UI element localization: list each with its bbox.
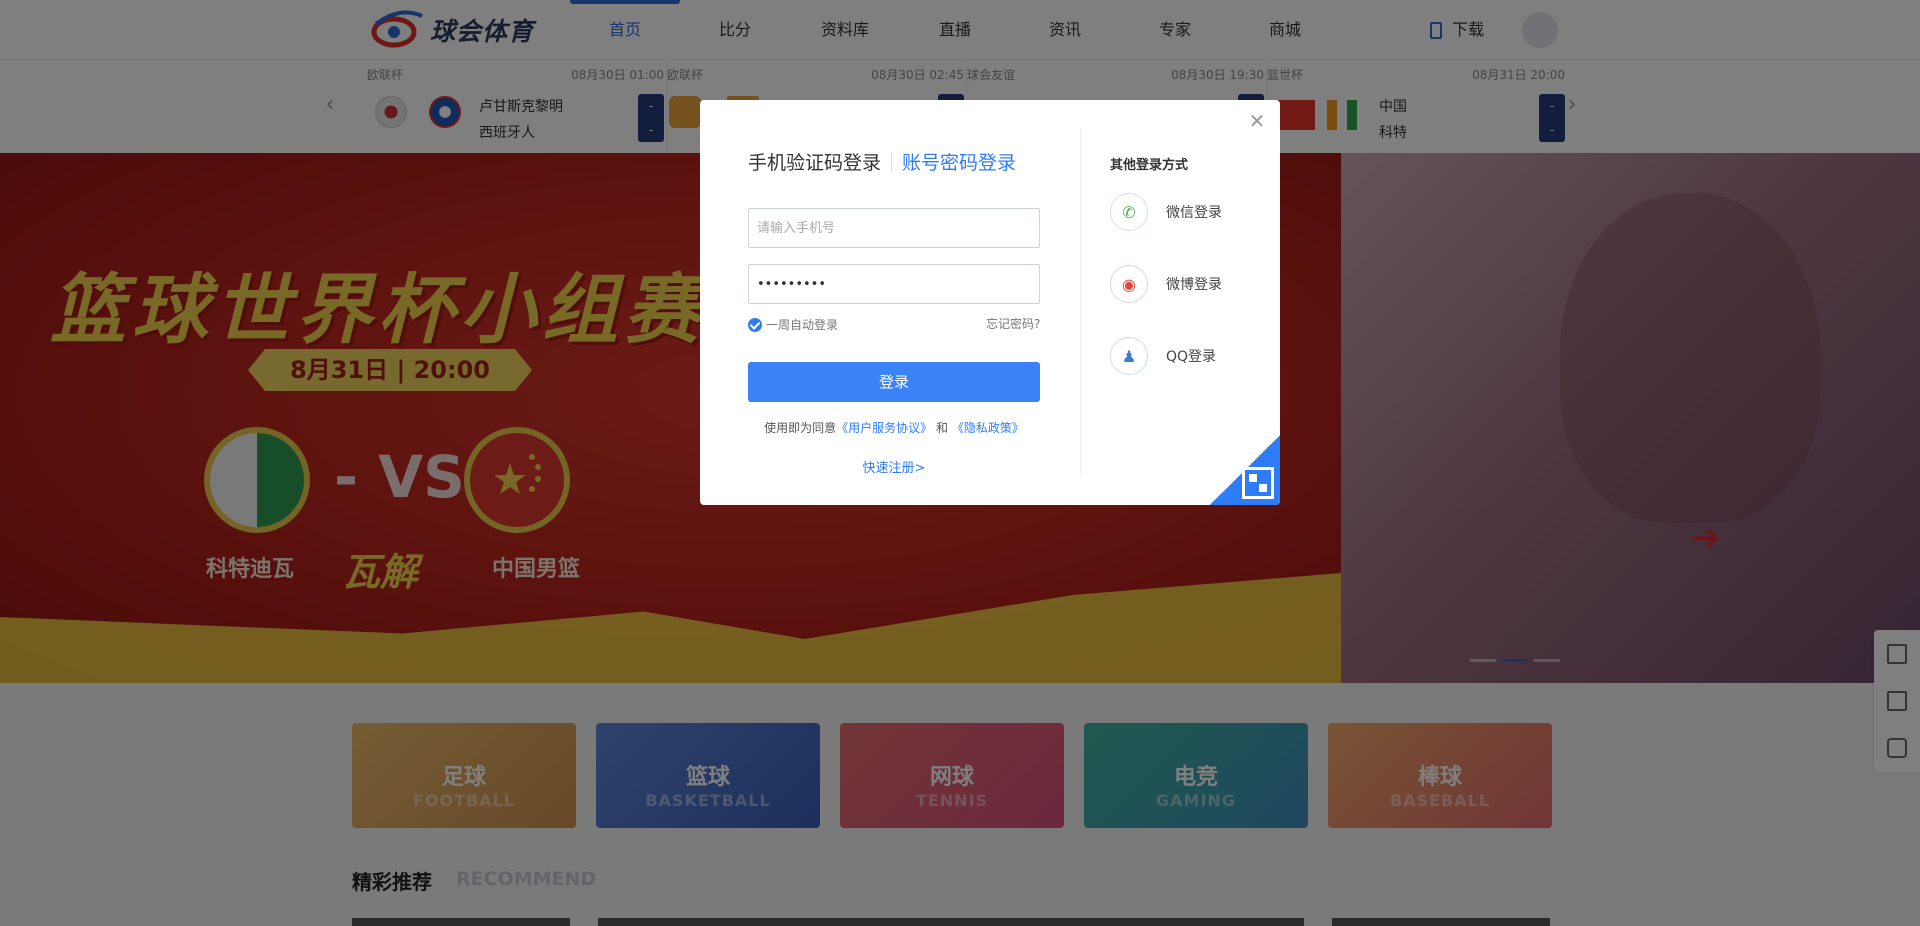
- qq-login[interactable]: ♟ QQ登录: [1110, 337, 1216, 375]
- checkbox-checked-icon: [748, 317, 762, 332]
- modal-divider: [1080, 128, 1081, 475]
- weibo-icon: ◉: [1110, 265, 1148, 303]
- wechat-icon: ✆: [1110, 193, 1148, 231]
- weibo-login-label: 微博登录: [1166, 277, 1222, 293]
- login-tabs: 手机验证码登录 账号密码登录: [748, 148, 1016, 175]
- tab-sms-login[interactable]: 手机验证码登录: [748, 148, 881, 175]
- agree-and: 和: [936, 421, 949, 435]
- agreement-text: 使用即为同意《用户服务协议》 和 《隐私政策》: [748, 419, 1040, 436]
- phone-input[interactable]: [748, 208, 1040, 248]
- forgot-password-link[interactable]: 忘记密码?: [986, 315, 1040, 332]
- remember-me-label: 一周自动登录: [766, 318, 839, 332]
- wechat-login-label: 微信登录: [1166, 205, 1222, 221]
- close-icon[interactable]: ✕: [1248, 111, 1266, 131]
- agree-prefix: 使用即为同意: [764, 421, 837, 435]
- privacy-link[interactable]: 《隐私政策》: [952, 421, 1024, 435]
- remember-me-checkbox[interactable]: 一周自动登录: [748, 316, 838, 333]
- login-modal: ✕ 手机验证码登录 账号密码登录 一周自动登录 忘记密码? 登录 使用即为同意《…: [700, 100, 1280, 505]
- qr-login-toggle[interactable]: [1210, 435, 1280, 505]
- password-input[interactable]: [748, 264, 1040, 304]
- weibo-login[interactable]: ◉ 微博登录: [1110, 265, 1222, 303]
- tab-password-login[interactable]: 账号密码登录: [902, 148, 1016, 175]
- quick-register-link[interactable]: 快速注册>: [748, 457, 1040, 476]
- login-button[interactable]: 登录: [748, 362, 1040, 402]
- other-login-title: 其他登录方式: [1110, 158, 1189, 173]
- qq-icon: ♟: [1110, 337, 1148, 375]
- qr-code-icon: [1242, 467, 1274, 499]
- tab-divider: [891, 151, 893, 172]
- wechat-login[interactable]: ✆ 微信登录: [1110, 193, 1222, 231]
- qq-login-label: QQ登录: [1166, 349, 1217, 365]
- terms-link[interactable]: 《用户服务协议》: [836, 421, 932, 435]
